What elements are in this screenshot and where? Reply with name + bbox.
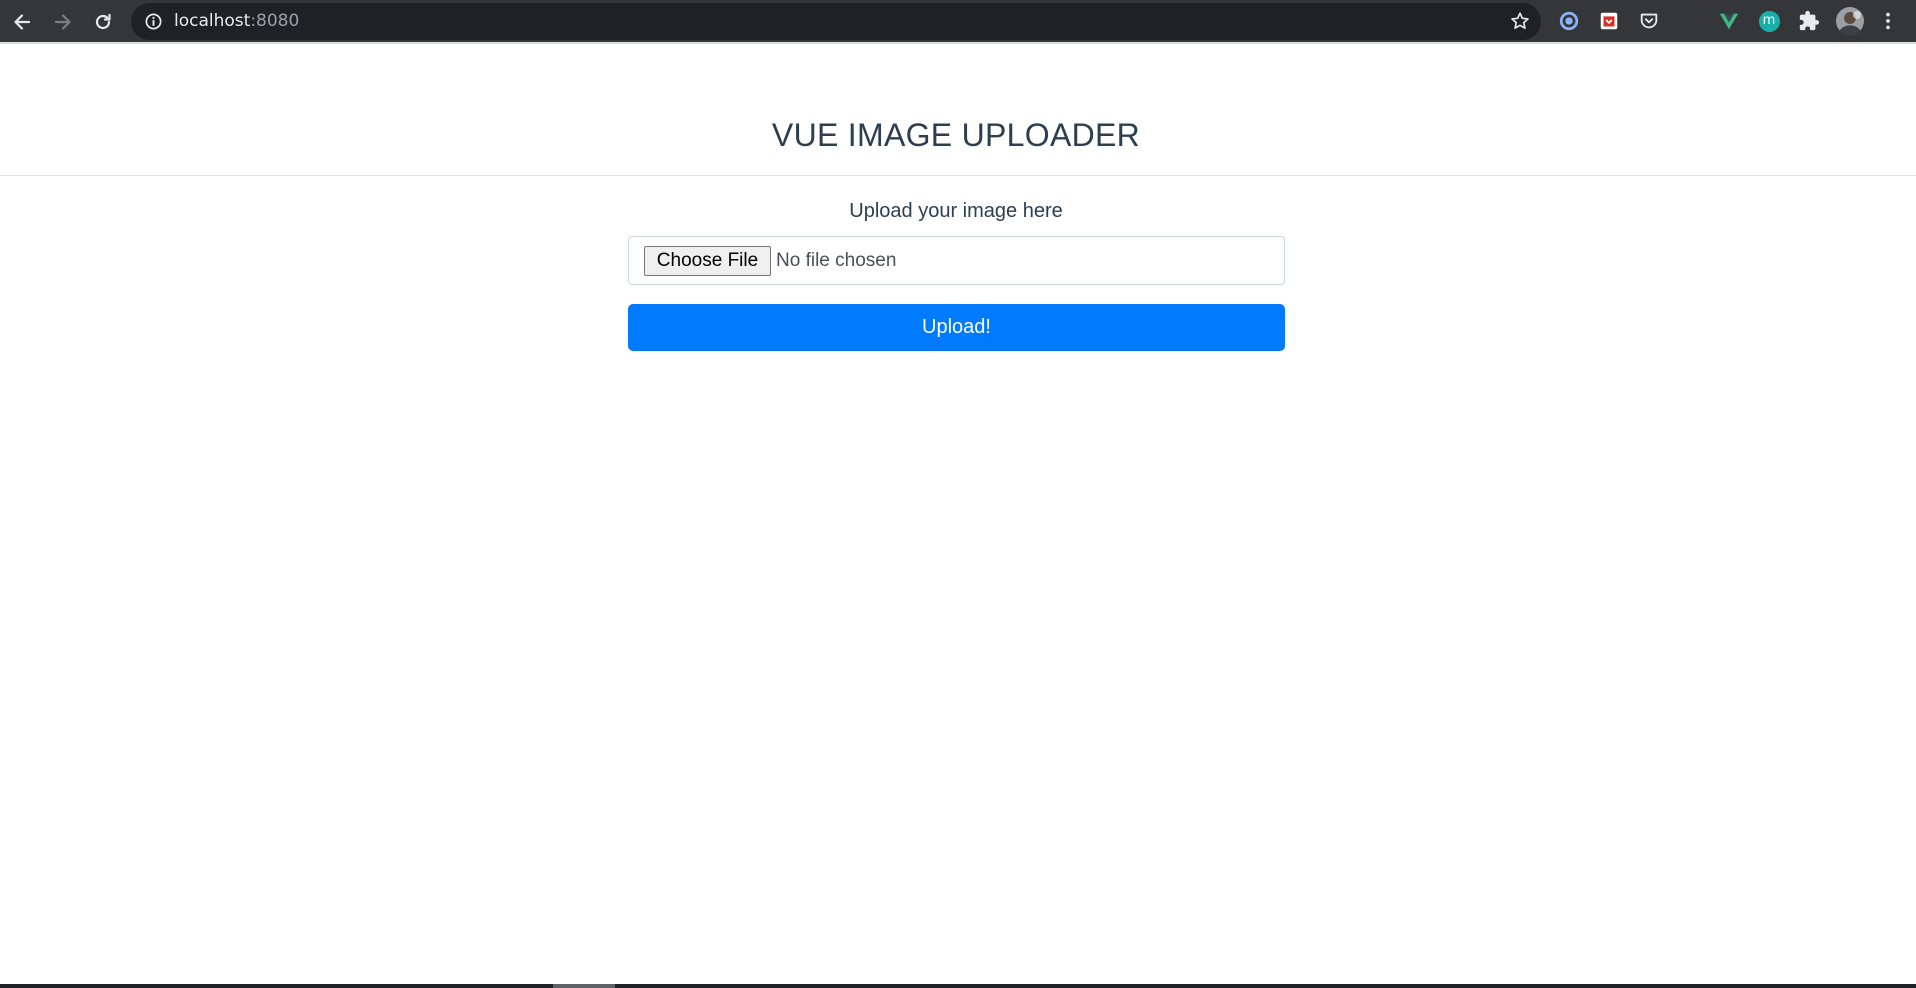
vue-devtools-button[interactable] — [1717, 9, 1741, 33]
choose-file-button[interactable]: Choose File — [644, 246, 771, 276]
extension-teal-m-icon: m — [1758, 10, 1780, 32]
url-port: :8080 — [250, 11, 300, 31]
scrollbar-thumb[interactable] — [553, 984, 615, 988]
file-status-text: No file chosen — [776, 250, 897, 271]
upload-label: Upload your image here — [849, 200, 1063, 222]
profile-button[interactable] — [1835, 6, 1865, 36]
pocket-icon — [1640, 13, 1658, 29]
back-arrow-icon — [14, 14, 31, 30]
url-text[interactable]: localhost:8080 — [174, 12, 299, 31]
file-input[interactable]: Choose File No file chosen — [628, 236, 1285, 285]
browser-menu-button[interactable] — [1877, 9, 1899, 33]
extension-teal-m-button[interactable]: m — [1757, 9, 1781, 33]
info-icon[interactable] — [144, 12, 163, 31]
avatar — [1836, 7, 1864, 36]
reload-icon — [95, 13, 111, 30]
extensions-menu-button[interactable] — [1797, 9, 1821, 33]
extension-blue-circle-icon — [1559, 11, 1579, 31]
url-host: localhost — [174, 11, 251, 31]
extension-red-calendar-button[interactable] — [1597, 9, 1621, 33]
extension-blue-circle-button[interactable] — [1557, 9, 1581, 33]
browser-toolbar: localhost:8080 m — [0, 0, 1916, 42]
puzzle-icon — [1799, 10, 1820, 31]
upload-button[interactable]: Upload! — [628, 304, 1285, 351]
back-button[interactable] — [6, 6, 38, 38]
reload-button[interactable] — [87, 6, 119, 38]
address-bar[interactable]: localhost:8080 — [131, 3, 1541, 40]
page-header — [0, 44, 1916, 176]
page-title: VUE IMAGE UPLOADER — [771, 117, 1141, 153]
forward-button[interactable] — [47, 6, 79, 38]
star-icon[interactable] — [1509, 10, 1531, 32]
window-bottom-bar — [0, 984, 1916, 988]
vue-devtools-icon — [1719, 13, 1739, 30]
forward-arrow-icon — [54, 14, 71, 30]
kebab-menu-icon — [1886, 12, 1890, 30]
pocket-button[interactable] — [1637, 9, 1661, 33]
extension-red-calendar-icon — [1600, 12, 1618, 30]
